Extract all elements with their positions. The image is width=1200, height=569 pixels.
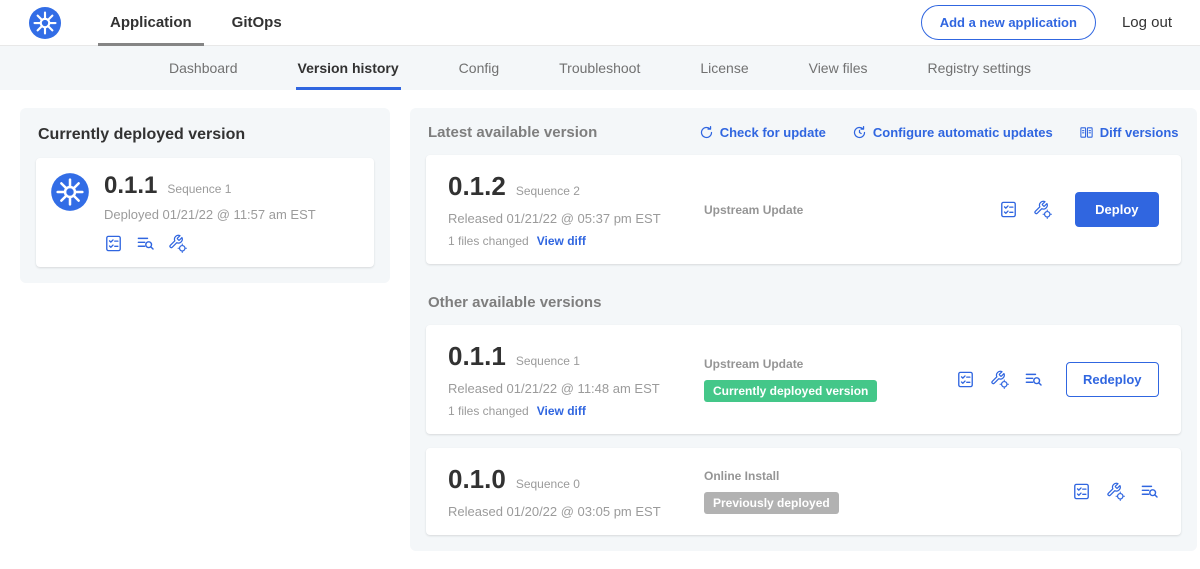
- edit-config-icon[interactable]: [168, 234, 187, 253]
- deploy-logs-icon[interactable]: [136, 234, 155, 253]
- logout-link[interactable]: Log out: [1122, 14, 1172, 31]
- deployed-date: Deployed 01/21/22 @ 11:57 am EST: [104, 207, 316, 222]
- subnav-item-troubleshoot[interactable]: Troubleshoot: [557, 46, 642, 90]
- files-changed-label: 1 files changed: [448, 234, 529, 248]
- deploy-logs-icon[interactable]: [1024, 370, 1043, 389]
- released-date: Released 01/21/22 @ 11:48 am EST: [448, 381, 704, 396]
- diff-versions-link[interactable]: Diff versions: [1079, 125, 1179, 140]
- available-versions-panel: Latest available version Check for updat…: [410, 108, 1197, 551]
- version-source-column: Upstream Update Currently deployed versi…: [704, 357, 956, 402]
- check-for-update-label: Check for update: [720, 125, 826, 140]
- add-application-button[interactable]: Add a new application: [921, 5, 1096, 40]
- edit-config-icon[interactable]: [1106, 482, 1125, 501]
- preflight-checks-icon[interactable]: [104, 234, 123, 253]
- subnav-item-config[interactable]: Config: [457, 46, 501, 90]
- app-subnav: Dashboard Version history Config Trouble…: [0, 46, 1200, 90]
- subnav-item-view-files[interactable]: View files: [807, 46, 870, 90]
- edit-config-icon[interactable]: [1033, 200, 1052, 219]
- deployed-version-number: 0.1.1: [104, 172, 157, 200]
- files-changed-row: 1 files changed View diff: [448, 404, 704, 418]
- version-source: Upstream Update: [704, 203, 956, 217]
- version-card-latest: 0.1.2 Sequence 2 Released 01/21/22 @ 05:…: [426, 155, 1181, 264]
- version-source-column: Online Install Previously deployed: [704, 469, 956, 514]
- deployed-version-info: 0.1.1 Sequence 1 Deployed 01/21/22 @ 11:…: [104, 172, 316, 253]
- version-info: 0.1.1 Sequence 1 Released 01/21/22 @ 11:…: [448, 341, 704, 418]
- version-number: 0.1.1: [448, 341, 506, 372]
- main-content: Currently deployed version 0.1.1 Sequenc…: [0, 90, 1200, 569]
- subnav-item-version-history[interactable]: Version history: [296, 46, 401, 90]
- version-card-previous: 0.1.0 Sequence 0 Released 01/20/22 @ 03:…: [426, 448, 1181, 535]
- version-actions: [956, 482, 1159, 501]
- tab-application[interactable]: Application: [98, 0, 204, 46]
- previously-deployed-badge: Previously deployed: [704, 492, 839, 514]
- refresh-icon: [699, 125, 714, 140]
- currently-deployed-title: Currently deployed version: [38, 126, 374, 144]
- version-source: Online Install: [704, 469, 956, 483]
- view-diff-link[interactable]: View diff: [537, 404, 586, 418]
- tab-application-label: Application: [110, 14, 192, 31]
- currently-deployed-panel: Currently deployed version 0.1.1 Sequenc…: [20, 108, 390, 283]
- version-source: Upstream Update: [704, 357, 956, 371]
- tab-gitops[interactable]: GitOps: [220, 0, 294, 46]
- version-info: 0.1.0 Sequence 0 Released 01/20/22 @ 03:…: [448, 464, 704, 519]
- auto-update-clock-icon: [852, 125, 867, 140]
- diff-columns-icon: [1079, 125, 1094, 140]
- configure-automatic-updates-label: Configure automatic updates: [873, 125, 1053, 140]
- subnav-item-dashboard[interactable]: Dashboard: [167, 46, 240, 90]
- redeploy-button[interactable]: Redeploy: [1066, 362, 1159, 397]
- version-actions: Deploy: [956, 192, 1159, 227]
- subnav-item-license[interactable]: License: [698, 46, 750, 90]
- version-number: 0.1.0: [448, 464, 506, 495]
- tab-gitops-label: GitOps: [232, 14, 282, 31]
- edit-config-icon[interactable]: [990, 370, 1009, 389]
- other-versions-title: Other available versions: [426, 294, 1181, 311]
- diff-versions-label: Diff versions: [1100, 125, 1179, 140]
- version-actions: Redeploy: [956, 362, 1159, 397]
- version-card-deployed: 0.1.1 Sequence 1 Released 01/21/22 @ 11:…: [426, 325, 1181, 434]
- version-source-column: Upstream Update: [704, 203, 956, 217]
- sequence-label: Sequence 0: [516, 477, 580, 491]
- preflight-checks-icon[interactable]: [999, 200, 1018, 219]
- currently-deployed-badge: Currently deployed version: [704, 380, 877, 402]
- app-logo-icon: [50, 172, 90, 253]
- sequence-label: Sequence 1: [516, 354, 580, 368]
- released-date: Released 01/21/22 @ 05:37 pm EST: [448, 211, 704, 226]
- deployed-sequence-label: Sequence 1: [167, 182, 231, 196]
- sequence-label: Sequence 2: [516, 184, 580, 198]
- files-changed-label: 1 files changed: [448, 404, 529, 418]
- top-header: Application GitOps Add a new application…: [0, 0, 1200, 46]
- kubernetes-logo-icon: [28, 6, 62, 40]
- view-diff-link[interactable]: View diff: [537, 234, 586, 248]
- version-info: 0.1.2 Sequence 2 Released 01/21/22 @ 05:…: [448, 171, 704, 248]
- deployed-actions: [104, 234, 316, 253]
- version-number: 0.1.2: [448, 171, 506, 202]
- available-version-actions: Check for update Configure automatic upd…: [699, 125, 1179, 140]
- files-changed-row: 1 files changed View diff: [448, 234, 704, 248]
- available-versions-header: Latest available version Check for updat…: [426, 122, 1181, 141]
- latest-available-title: Latest available version: [428, 124, 597, 141]
- check-for-update-link[interactable]: Check for update: [699, 125, 826, 140]
- preflight-checks-icon[interactable]: [956, 370, 975, 389]
- preflight-checks-icon[interactable]: [1072, 482, 1091, 501]
- released-date: Released 01/20/22 @ 03:05 pm EST: [448, 504, 704, 519]
- deploy-logs-icon[interactable]: [1140, 482, 1159, 501]
- deploy-button[interactable]: Deploy: [1075, 192, 1158, 227]
- configure-automatic-updates-link[interactable]: Configure automatic updates: [852, 125, 1053, 140]
- deployed-version-card: 0.1.1 Sequence 1 Deployed 01/21/22 @ 11:…: [36, 158, 374, 267]
- top-nav: Application GitOps: [98, 0, 310, 46]
- subnav-item-registry-settings[interactable]: Registry settings: [926, 46, 1033, 90]
